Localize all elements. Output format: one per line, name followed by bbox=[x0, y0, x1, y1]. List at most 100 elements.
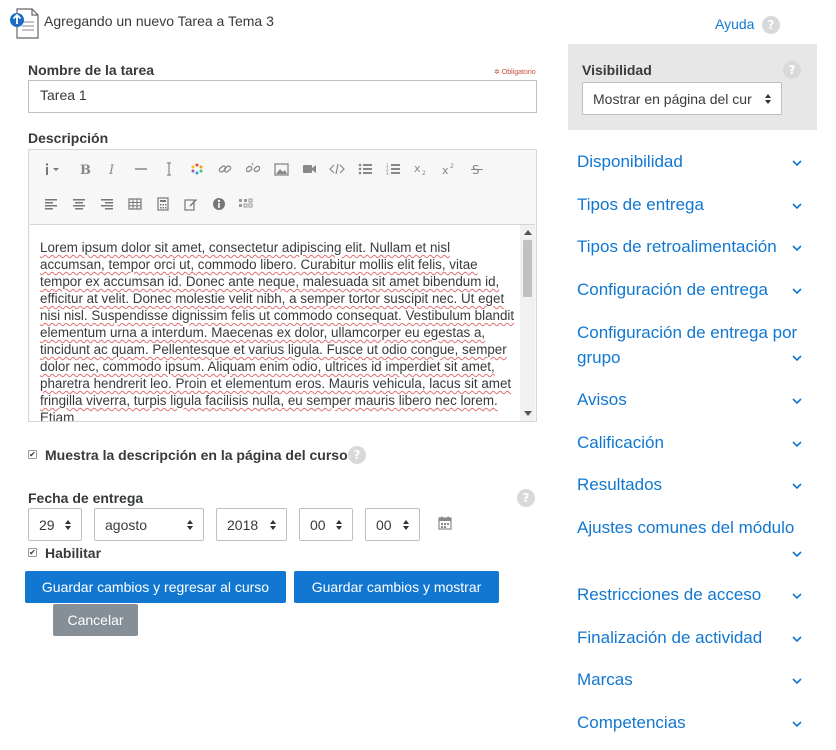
chevron-down-icon[interactable] bbox=[791, 287, 803, 295]
due-minute-select[interactable]: 00 bbox=[365, 508, 420, 541]
align-center-icon[interactable] bbox=[65, 192, 93, 216]
due-month-select[interactable]: agosto bbox=[94, 508, 204, 541]
align-right-icon[interactable] bbox=[93, 192, 121, 216]
rich-text-editor: B I 1 2 3 x 2 x 2 S Lorem ipsum dolor si… bbox=[28, 149, 537, 422]
help-link[interactable]: Ayuda bbox=[715, 16, 754, 32]
video-icon[interactable] bbox=[295, 157, 323, 181]
section-label: Marcas bbox=[577, 670, 633, 689]
due-year-value: 2018 bbox=[227, 516, 259, 533]
section-outcomes[interactable]: Resultados bbox=[577, 472, 809, 497]
section-label: Finalización de actividad bbox=[577, 628, 763, 647]
unlink-icon[interactable] bbox=[239, 157, 267, 181]
chevron-down-icon[interactable] bbox=[791, 354, 803, 362]
editor-scrollbar[interactable] bbox=[520, 225, 535, 421]
select-arrows-icon bbox=[187, 519, 193, 530]
superscript-icon[interactable]: x2 bbox=[435, 157, 463, 181]
accessibility-icon[interactable] bbox=[205, 192, 233, 216]
italic-icon[interactable]: I bbox=[99, 157, 127, 181]
section-feedback-types[interactable]: Tipos de retroalimentación bbox=[577, 234, 809, 259]
section-common-module-settings[interactable]: Ajustes comunes del módulo bbox=[577, 515, 817, 540]
help-question-icon[interactable]: ? bbox=[762, 16, 780, 34]
task-name-label: Nombre de la tarea bbox=[28, 62, 155, 78]
show-description-checkbox[interactable]: ✔ bbox=[28, 450, 37, 459]
chevron-down-icon[interactable] bbox=[791, 397, 803, 405]
edit-icon[interactable] bbox=[177, 192, 205, 216]
align-left-icon[interactable] bbox=[37, 192, 65, 216]
section-label: Calificación bbox=[577, 433, 664, 452]
calculator-icon[interactable] bbox=[149, 192, 177, 216]
chevron-down-icon[interactable] bbox=[791, 677, 803, 685]
svg-text:2: 2 bbox=[422, 170, 426, 176]
section-access-restrictions[interactable]: Restricciones de acceso bbox=[577, 582, 809, 607]
section-tags[interactable]: Marcas bbox=[577, 667, 809, 692]
html-code-icon[interactable] bbox=[323, 157, 351, 181]
section-activity-completion[interactable]: Finalización de actividad bbox=[577, 625, 809, 650]
svg-text:3: 3 bbox=[386, 171, 389, 175]
section-label: Configuración de entrega bbox=[577, 280, 768, 299]
chevron-down-icon[interactable] bbox=[791, 482, 803, 490]
save-return-button[interactable]: Guardar cambios y regresar al curso bbox=[25, 571, 286, 603]
section-group-submission-settings[interactable]: Configuración de entrega por grupo bbox=[577, 320, 807, 370]
chevron-down-icon[interactable] bbox=[791, 592, 803, 600]
horizontal-rule-icon[interactable] bbox=[127, 157, 155, 181]
svg-text:x: x bbox=[414, 162, 421, 175]
due-day-value: 29 bbox=[39, 516, 55, 533]
scroll-down-icon[interactable] bbox=[524, 411, 532, 416]
scroll-thumb[interactable] bbox=[523, 240, 532, 297]
section-notifications[interactable]: Avisos bbox=[577, 387, 809, 412]
color-picker-icon[interactable] bbox=[183, 157, 211, 181]
description-label: Descripción bbox=[28, 130, 109, 146]
calendar-icon[interactable] bbox=[438, 516, 452, 533]
table-icon[interactable] bbox=[121, 192, 149, 216]
section-submission-types[interactable]: Tipos de entrega bbox=[577, 192, 809, 217]
editor-content-area[interactable]: Lorem ipsum dolor sit amet, consectetur … bbox=[30, 224, 535, 421]
required-note: ✲ Obligatorio bbox=[494, 69, 536, 76]
section-submission-settings[interactable]: Configuración de entrega bbox=[577, 277, 809, 302]
chevron-down-icon[interactable] bbox=[791, 440, 803, 448]
enable-label: Habilitar bbox=[45, 545, 102, 561]
section-label: Competencias bbox=[577, 713, 686, 732]
section-label: Avisos bbox=[577, 390, 627, 409]
subscript-icon[interactable]: x2 bbox=[407, 157, 435, 181]
image-icon[interactable] bbox=[267, 157, 295, 181]
chevron-down-icon[interactable] bbox=[791, 244, 803, 252]
section-label: Tipos de entrega bbox=[577, 195, 704, 214]
svg-text:x: x bbox=[442, 164, 449, 176]
bold-icon[interactable]: B bbox=[71, 157, 99, 181]
special-chars-icon[interactable] bbox=[233, 192, 261, 216]
svg-text:B: B bbox=[80, 163, 91, 176]
strikethrough-icon[interactable]: S bbox=[463, 157, 491, 181]
show-description-label: Muestra la descripción en la página del … bbox=[45, 447, 348, 463]
enable-checkbox[interactable]: ✔ bbox=[28, 548, 37, 557]
section-availability[interactable]: Disponibilidad bbox=[577, 149, 809, 174]
chevron-down-icon[interactable] bbox=[791, 202, 803, 210]
scroll-up-icon[interactable] bbox=[524, 230, 532, 235]
info-menu-icon[interactable] bbox=[37, 157, 71, 181]
chevron-down-icon[interactable] bbox=[791, 635, 803, 643]
visibility-select[interactable]: Mostrar en página del cur bbox=[582, 82, 782, 115]
due-minute-value: 00 bbox=[376, 516, 392, 533]
svg-text:2: 2 bbox=[450, 163, 454, 170]
cancel-button[interactable]: Cancelar bbox=[53, 604, 138, 636]
page-title: Agregando un nuevo Tarea a Tema 3 bbox=[44, 13, 274, 29]
section-label: Ajustes comunes del módulo bbox=[577, 518, 795, 537]
text-cursor-icon[interactable] bbox=[155, 157, 183, 181]
section-grade[interactable]: Calificación bbox=[577, 430, 809, 455]
link-icon[interactable] bbox=[211, 157, 239, 181]
chevron-down-icon[interactable] bbox=[791, 720, 803, 728]
unordered-list-icon[interactable] bbox=[351, 157, 379, 181]
due-hour-select[interactable]: 00 bbox=[299, 508, 353, 541]
chevron-down-icon[interactable] bbox=[791, 159, 803, 167]
ordered-list-icon[interactable]: 123 bbox=[379, 157, 407, 181]
due-date-help-icon[interactable]: ? bbox=[517, 489, 535, 507]
section-label: Tipos de retroalimentación bbox=[577, 237, 777, 256]
section-label: Configuración de entrega por grupo bbox=[577, 323, 798, 367]
show-description-help-icon[interactable]: ? bbox=[348, 446, 366, 464]
chevron-down-icon[interactable] bbox=[791, 550, 803, 558]
save-display-button[interactable]: Guardar cambios y mostrar bbox=[294, 571, 499, 603]
visibility-help-icon[interactable]: ? bbox=[783, 61, 801, 79]
due-day-select[interactable]: 29 bbox=[28, 508, 82, 541]
task-name-input[interactable]: Tarea 1 bbox=[28, 80, 537, 113]
section-competencies[interactable]: Competencias bbox=[577, 710, 809, 735]
due-year-select[interactable]: 2018 bbox=[216, 508, 287, 541]
